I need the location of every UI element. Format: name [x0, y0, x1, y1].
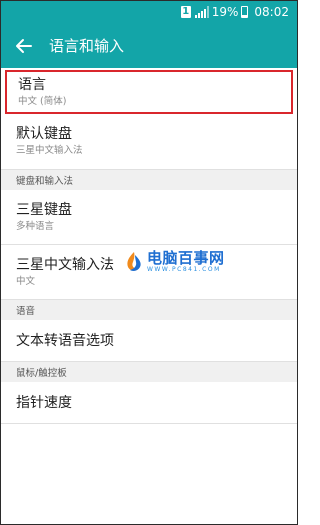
battery-icon	[241, 6, 249, 18]
section-header-speech: 语音	[1, 300, 297, 320]
watermark: 电脑百事网 WWW.PC841.COM	[123, 250, 225, 274]
clock: 08:02	[254, 5, 289, 19]
page-title: 语言和输入	[49, 37, 125, 55]
watermark-logo-icon	[127, 252, 141, 271]
section-header-keyboard-input: 键盘和输入法	[1, 170, 297, 190]
default-keyboard-item[interactable]: 默认键盘 三星中文输入法	[1, 114, 297, 170]
app-bar: 语言和输入	[1, 23, 297, 68]
settings-list: 语言 中文 (简体) 默认键盘 三星中文输入法 键盘和输入法 三星键盘 多种语言…	[1, 68, 297, 424]
status-bar: 1 19% 08:02	[1, 1, 297, 23]
language-item[interactable]: 语言 中文 (简体)	[5, 70, 293, 114]
tts-options-item[interactable]: 文本转语音选项	[1, 320, 297, 362]
battery-level-fill	[242, 15, 248, 17]
watermark-title: 电脑百事网	[147, 249, 225, 267]
battery-percent: 19%	[211, 5, 239, 19]
samsung-chinese-ime-subtitle: 中文	[16, 275, 36, 287]
phone-screen: 1 19% 08:02 语言和输入 语言 中文 (简体) 默认键盘 三星中文输入…	[0, 0, 298, 525]
language-item-title: 语言	[18, 76, 46, 93]
section-header-mouse-trackpad: 鼠标/触控板	[1, 362, 297, 382]
signal-icon	[194, 6, 209, 18]
samsung-keyboard-item[interactable]: 三星键盘 多种语言	[1, 190, 297, 245]
sim-card-icon: 1	[180, 6, 191, 18]
watermark-url: WWW.PC841.COM	[147, 266, 221, 273]
samsung-keyboard-subtitle: 多种语言	[16, 220, 55, 232]
pointer-speed-item[interactable]: 指针速度	[1, 382, 297, 424]
tts-options-title: 文本转语音选项	[16, 332, 114, 349]
samsung-keyboard-title: 三星键盘	[16, 201, 72, 218]
default-keyboard-title: 默认键盘	[16, 126, 72, 142]
pointer-speed-title: 指针速度	[16, 394, 72, 411]
language-item-subtitle: 中文 (简体)	[18, 95, 67, 107]
arrow-left-icon[interactable]	[13, 35, 35, 57]
default-keyboard-subtitle: 三星中文输入法	[16, 145, 83, 156]
